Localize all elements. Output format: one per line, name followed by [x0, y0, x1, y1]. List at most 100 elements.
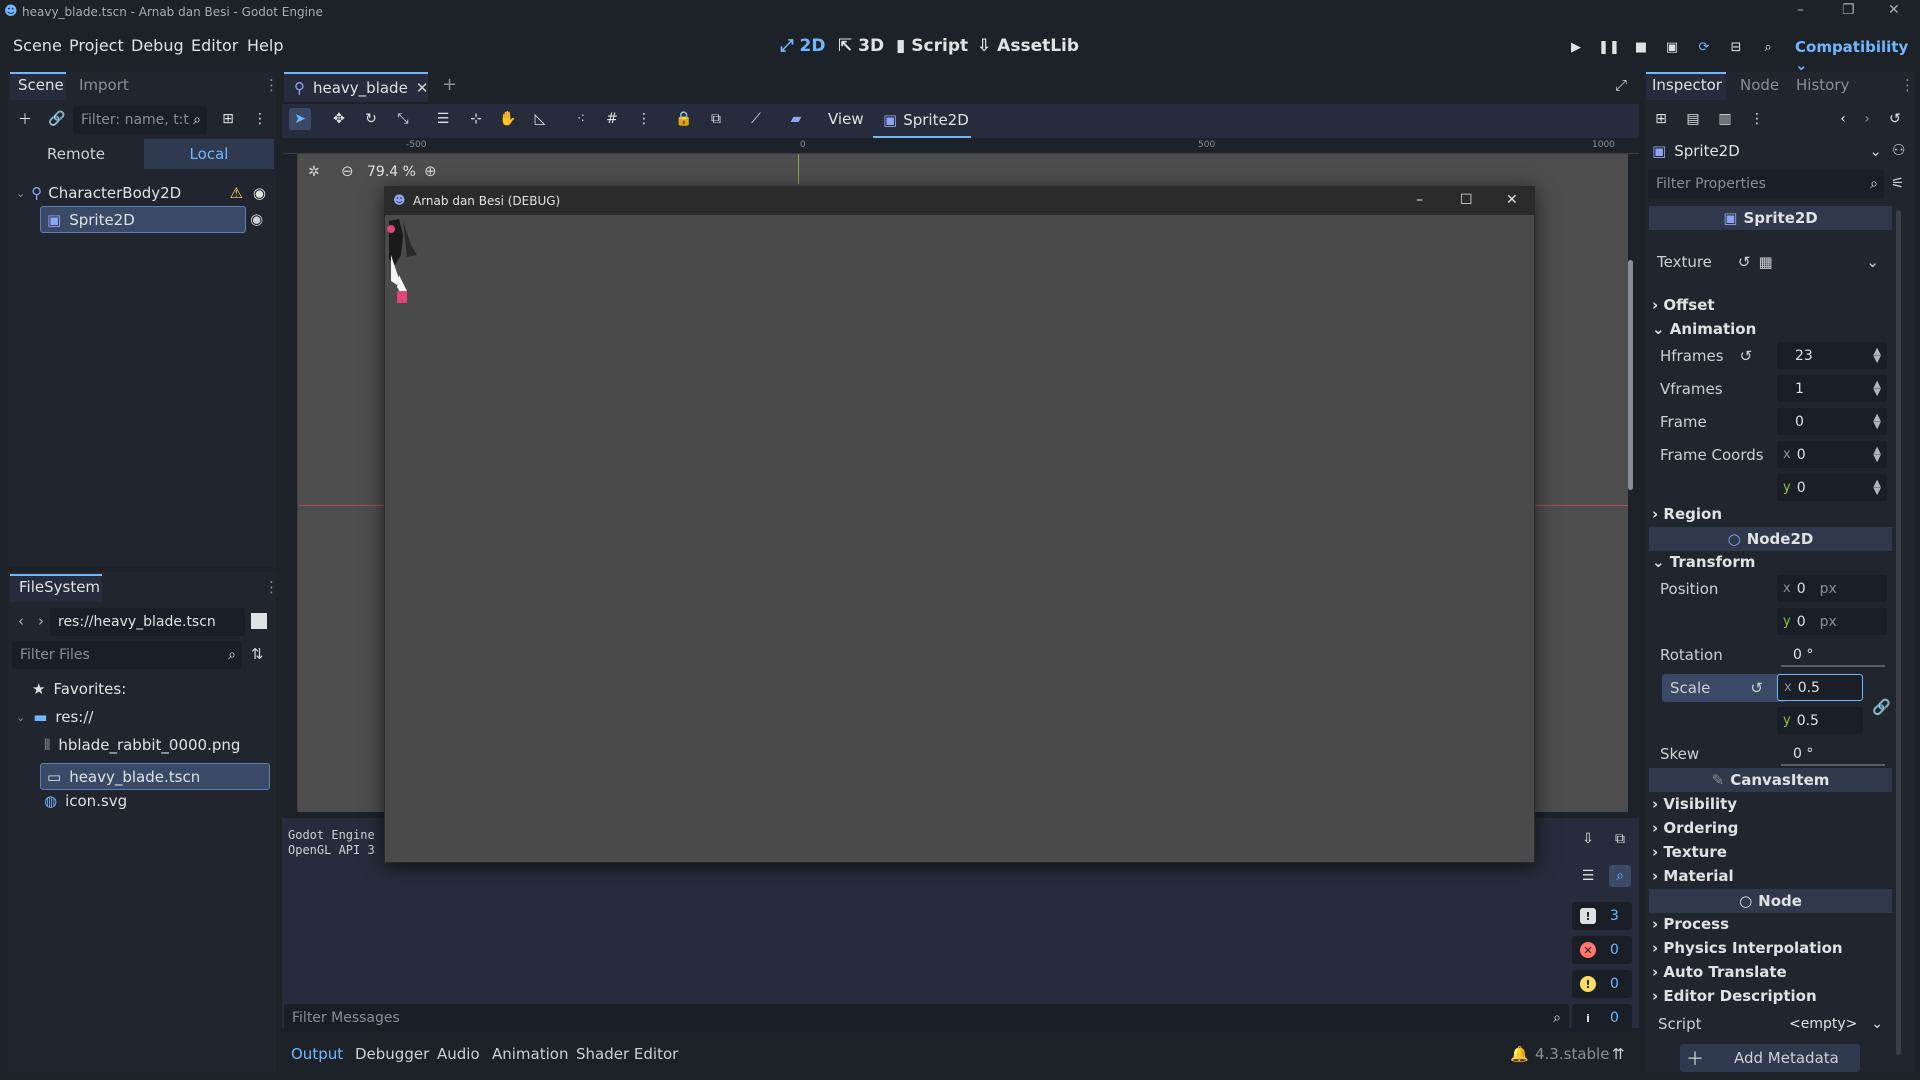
tree-node-sprite2d[interactable]: ▣ Sprite2D — [40, 206, 246, 233]
mode-script-button[interactable]: ▮ Script — [896, 36, 968, 56]
inspector-scrollbar[interactable] — [1896, 210, 1901, 1055]
select-tool-icon[interactable]: ➤ — [289, 108, 311, 130]
messages-counter[interactable]: ! 3 — [1572, 902, 1632, 930]
mode-3d-button[interactable]: ⇱ 3D — [838, 36, 884, 56]
frame-coords-y-input[interactable]: y 0 ▲ ▼ — [1777, 474, 1887, 501]
inspector-more-icon[interactable]: ⋮ — [1746, 108, 1768, 130]
minimize-icon[interactable]: – — [1416, 192, 1423, 208]
revert-icon[interactable]: ↺ — [1740, 347, 1753, 365]
mode-2d-button[interactable]: ⤢ 2D — [780, 36, 825, 56]
script-picker[interactable]: <empty> ⌄ — [1777, 1010, 1887, 1037]
tab-import[interactable]: Import — [79, 76, 129, 94]
zoom-reset-icon[interactable]: ✲ — [308, 164, 320, 180]
skeleton-icon[interactable]: ⟋ — [745, 108, 767, 130]
scale-tool-icon[interactable]: ⤡ — [392, 108, 414, 130]
tab-filesystem[interactable]: FileSystem — [19, 578, 100, 596]
warning-icon[interactable]: ⚠ — [229, 184, 242, 202]
tab-inspector[interactable]: Inspector — [1652, 76, 1722, 94]
zoom-level[interactable]: 79.4 % — [367, 164, 416, 180]
distraction-free-icon[interactable]: ⤢ — [1615, 76, 1627, 94]
section-ordering[interactable]: › Ordering — [1652, 819, 1738, 837]
instance-scene-icon[interactable]: ⊞ — [217, 108, 239, 130]
rotation-slider[interactable]: 0 ° — [1777, 641, 1887, 668]
expand-panel-icon[interactable]: ⇈ — [1612, 1045, 1625, 1063]
node-info-icon[interactable]: ⚇ — [1892, 141, 1905, 159]
menu-debug[interactable]: Debug — [131, 36, 184, 55]
tab-node[interactable]: Node — [1740, 76, 1779, 94]
tab-debugger[interactable]: Debugger — [355, 1045, 429, 1063]
remote-debug-icon[interactable]: ▣ — [1663, 38, 1681, 56]
link-icon[interactable]: 🔗 — [46, 108, 68, 130]
section-visibility[interactable]: › Visibility — [1652, 795, 1737, 813]
add-tab-icon[interactable]: + — [442, 74, 457, 95]
vframes-input[interactable]: 1 ▲ ▼ — [1777, 375, 1887, 402]
hframes-input[interactable]: 23 ▲ ▼ — [1777, 342, 1887, 369]
grid-snap-icon[interactable]: # — [601, 108, 623, 130]
favorites-row[interactable]: ★ Favorites: — [32, 680, 126, 698]
tab-output[interactable]: Output — [291, 1045, 343, 1063]
section-transform[interactable]: ⌄ Transform — [1652, 553, 1755, 571]
file-filter-input[interactable]: Filter Files ⌕ — [12, 641, 242, 669]
notification-icon[interactable]: 🔔 — [1510, 1045, 1529, 1063]
visibility-eye-icon[interactable]: ◉ — [250, 210, 263, 228]
warnings-counter[interactable]: ! 0 — [1572, 970, 1632, 998]
expand-icon[interactable]: ⌄ — [16, 187, 25, 200]
section-texture[interactable]: › Texture — [1652, 843, 1727, 861]
chevron-down-icon[interactable]: ⌄ — [1866, 253, 1879, 271]
scene-tab-heavy-blade[interactable]: ⚲ heavy_blade ✕ — [284, 72, 428, 102]
res-root-row[interactable]: ⌄ ▬ res:// — [16, 708, 93, 726]
minimize-icon[interactable]: – — [1797, 2, 1804, 18]
section-editor-description[interactable]: › Editor Description — [1652, 987, 1817, 1005]
zoom-out-icon[interactable]: ⊖ — [341, 162, 354, 180]
snap-options-icon[interactable]: ⋮ — [633, 108, 655, 130]
file-row-selected[interactable]: ▭ heavy_blade.tscn — [40, 763, 270, 790]
object-selector[interactable]: ▣ Sprite2D ⌄ — [1648, 137, 1888, 165]
open-resource-icon[interactable]: ▤ — [1682, 108, 1704, 130]
scene-more-icon[interactable]: ⋮ — [249, 108, 271, 130]
frame-coords-x-input[interactable]: x 0 ▲ ▼ — [1777, 441, 1887, 468]
spinner-icon[interactable]: ▲ ▼ — [1873, 478, 1881, 496]
menu-scene[interactable]: Scene — [13, 36, 62, 55]
dock-menu-icon[interactable]: ⋮ — [264, 578, 279, 596]
spinner-icon[interactable]: ▲ ▼ — [1873, 412, 1881, 430]
save-resource-icon[interactable]: ▥ — [1714, 108, 1736, 130]
pivot-tool-icon[interactable]: ⊹ — [465, 108, 487, 130]
sprite2d-menu[interactable]: ▣ Sprite2D — [873, 104, 971, 138]
group-icon[interactable]: ⧉ — [705, 108, 727, 130]
maximize-icon[interactable]: ☐ — [1460, 192, 1473, 208]
debug-game-window[interactable]: ☻ Arnab dan Besi (DEBUG) – ☐ ✕ — [384, 186, 1535, 863]
info-counter[interactable]: i0 — [1572, 1004, 1632, 1032]
clear-output-icon[interactable]: ⇩ — [1577, 828, 1599, 850]
filter-messages-input[interactable]: Filter Messages ⌕ — [284, 1004, 1569, 1032]
run-scene-icon[interactable]: ⌕ — [1759, 38, 1777, 56]
scale-x-input[interactable]: x 0.5 — [1777, 674, 1863, 701]
property-options-icon[interactable]: ⚟ — [1891, 174, 1904, 192]
add-node-icon[interactable]: ＋ — [14, 108, 36, 130]
renderer-select[interactable]: Compatibility ⌄ — [1795, 38, 1920, 74]
pause-icon[interactable]: ❚❚ — [1598, 38, 1620, 56]
spinner-icon[interactable]: ▲ ▼ — [1873, 346, 1881, 364]
link-scale-icon[interactable]: 🔗 — [1872, 698, 1891, 716]
collapse-icon[interactable]: ☰ — [1577, 865, 1599, 887]
close-icon[interactable]: ✕ — [1506, 192, 1518, 208]
dock-menu-icon[interactable]: ⋮ — [264, 76, 279, 94]
new-resource-icon[interactable]: ⊞ — [1650, 108, 1672, 130]
add-metadata-button[interactable]: ＋ Add Metadata — [1680, 1044, 1860, 1072]
close-tab-icon[interactable]: ✕ — [416, 79, 429, 97]
maximize-icon[interactable]: ❐ — [1842, 2, 1855, 18]
ruler-tool-icon[interactable]: ◺ — [529, 108, 551, 130]
list-select-icon[interactable]: ☰ — [432, 108, 454, 130]
skew-slider[interactable]: 0 ° — [1777, 740, 1887, 767]
history-back-icon[interactable]: ‹ — [1832, 108, 1854, 130]
property-texture[interactable]: Texture ↺ ▦ ⌄ — [1652, 248, 1887, 275]
menu-project[interactable]: Project — [69, 36, 124, 55]
file-row[interactable]: ◍ icon.svg — [44, 792, 127, 810]
rotate-tool-icon[interactable]: ↻ — [360, 108, 382, 130]
tab-shader-editor[interactable]: Shader Editor — [576, 1045, 678, 1063]
object-history-icon[interactable]: ↺ — [1884, 108, 1906, 130]
expand-icon[interactable]: ⌄ — [16, 711, 25, 724]
position-x-input[interactable]: x 0 px — [1777, 575, 1887, 602]
reload-icon[interactable]: ⟳ — [1695, 38, 1713, 56]
zoom-in-icon[interactable]: ⊕ — [424, 162, 437, 180]
revert-icon[interactable]: ↺ — [1750, 679, 1763, 697]
